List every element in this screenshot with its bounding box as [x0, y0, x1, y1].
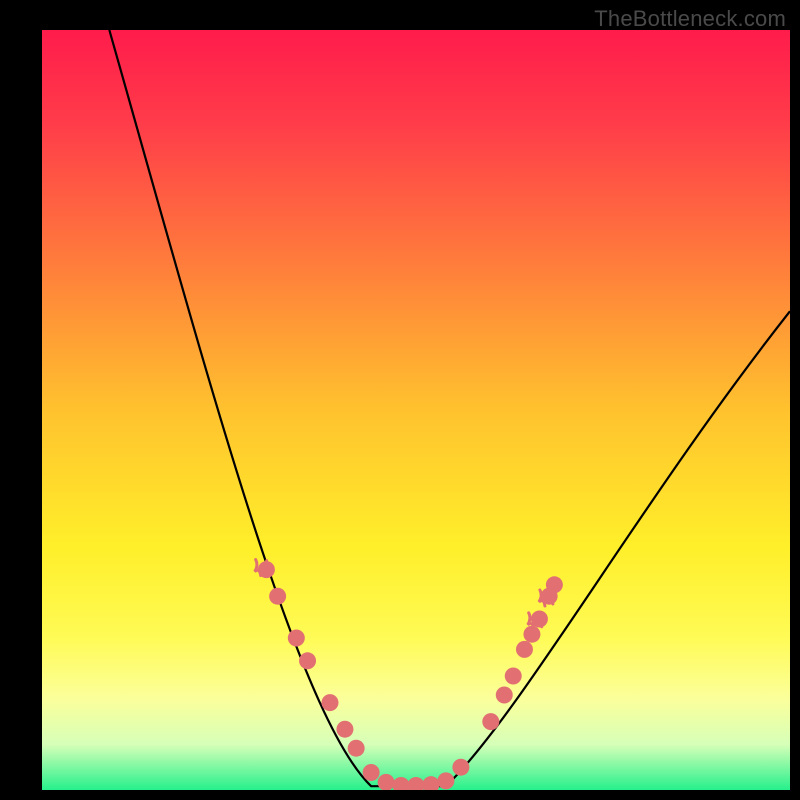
data-marker-14: [482, 713, 499, 730]
data-marker-6: [348, 740, 365, 757]
data-marker-15: [496, 687, 513, 704]
data-marker-3: [299, 652, 316, 669]
gradient-background: [42, 30, 790, 790]
plot-area: [42, 30, 790, 794]
bottleneck-chart: [0, 0, 800, 800]
data-marker-21: [546, 576, 563, 593]
data-marker-18: [523, 626, 540, 643]
data-marker-4: [321, 694, 338, 711]
data-marker-19: [531, 611, 548, 628]
attribution-text: TheBottleneck.com: [594, 6, 786, 32]
data-marker-17: [516, 641, 533, 658]
data-marker-1: [269, 588, 286, 605]
chart-container: TheBottleneck.com: [0, 0, 800, 800]
data-marker-7: [363, 764, 380, 781]
data-marker-2: [288, 630, 305, 647]
data-marker-13: [452, 759, 469, 776]
data-marker-5: [336, 721, 353, 738]
data-marker-16: [505, 668, 522, 685]
data-marker-8: [378, 774, 395, 791]
data-marker-12: [437, 772, 454, 789]
data-marker-0: [258, 561, 275, 578]
